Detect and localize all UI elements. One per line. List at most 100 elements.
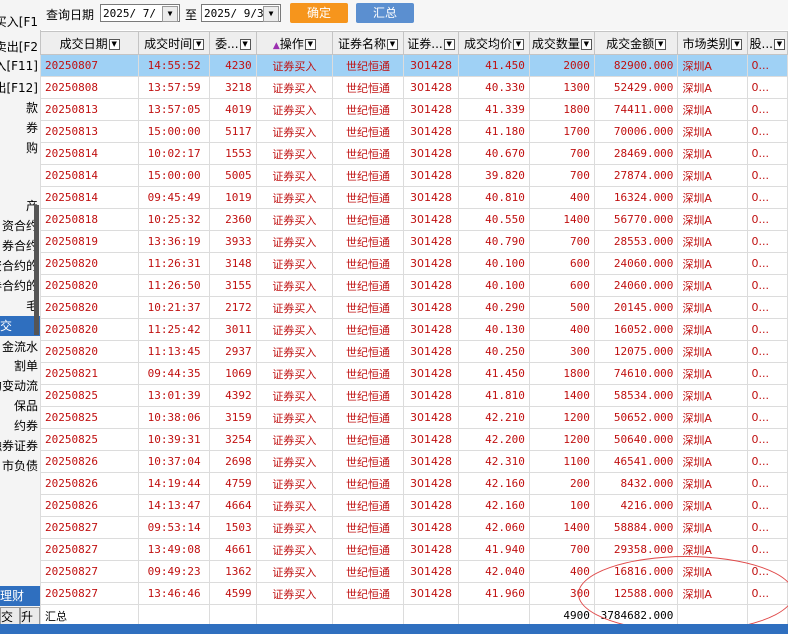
sidebar-item[interactable]: 约变动流 [0, 376, 38, 396]
table-row[interactable]: 20250826 10:37:04 2698 证券买入 世纪恒通 301428 42.310… [40, 450, 788, 473]
cell-extra: 0... [746, 428, 788, 451]
sidebar-item[interactable]: 融券证券 [0, 436, 38, 456]
table-row[interactable]: 20250820 11:26:31 3148 证券买入 世纪恒通 301428 40.100… [40, 252, 788, 275]
table-row[interactable]: 20250826 14:13:47 4664 证券买入 世纪恒通 301428 42.160… [40, 494, 788, 517]
table-row[interactable]: 20250819 13:36:19 3933 证券买入 世纪恒通 301428 40.790… [40, 230, 788, 253]
column-header[interactable]: 成交金额 ▼ [593, 31, 679, 55]
table-row[interactable]: 20250813 15:00:00 5117 证券买入 世纪恒通 301428 41.180… [40, 120, 788, 143]
trade-records-table[interactable]: 成交日期 ▼ 成交时间 ▼ 委... ▼ ▲操作 ▼ 证券名称 ▼ 证券... ▼ 成交均价 ▼ 成交数量 ▼… [40, 31, 788, 624]
sidebar-item[interactable]: 出[F12] [0, 78, 38, 98]
filter-dropdown-icon[interactable]: ▼ [443, 38, 455, 50]
start-date-picker[interactable]: 2025/ 7/ 1 ▼ [100, 4, 180, 22]
cell-qty: 1400 [528, 516, 595, 539]
sidebar-item[interactable]: 入[F11] [0, 56, 38, 76]
column-header[interactable]: 成交均价 ▼ [458, 31, 530, 55]
table-row[interactable]: 20250820 11:26:50 3155 证券买入 世纪恒通 301428 40.100… [40, 274, 788, 297]
cell-amount: 8432.000 [593, 472, 679, 495]
sidebar-item[interactable]: 保品 [14, 396, 38, 416]
column-header[interactable]: 委... ▼ [209, 31, 257, 55]
cell-market: 深圳A [677, 516, 748, 539]
cell-extra: 0... [746, 340, 788, 363]
cell-date: 20250813 [40, 98, 140, 121]
filter-dropdown-icon[interactable]: ▼ [239, 38, 251, 50]
cell-op: 证券买入 [255, 296, 334, 319]
filter-dropdown-icon[interactable]: ▼ [304, 38, 316, 50]
sidebar-item[interactable]: 卖出[F2 [0, 37, 38, 57]
cell-date: 20250820 [40, 296, 140, 319]
table-row[interactable]: 20250825 10:38:06 3159 证券买入 世纪恒通 301428 42.210… [40, 406, 788, 429]
filter-dropdown-icon[interactable]: ▼ [731, 38, 743, 50]
table-row[interactable]: 20250808 13:57:59 3218 证券买入 世纪恒通 301428 40.330… [40, 76, 788, 99]
cell-price: 40.790 [458, 230, 530, 253]
column-header[interactable]: 证券... ▼ [402, 31, 460, 55]
cell-price: 41.180 [458, 120, 530, 143]
cell-name: 世纪恒通 [332, 362, 404, 385]
filter-dropdown-icon[interactable]: ▼ [512, 38, 524, 50]
column-header[interactable]: 成交时间 ▼ [138, 31, 210, 55]
cell-extra: 0... [746, 98, 788, 121]
table-header: 成交日期 ▼ 成交时间 ▼ 委... ▼ ▲操作 ▼ 证券名称 ▼ 证券... ▼ 成交均价 ▼ 成交数量 ▼… [40, 31, 788, 55]
filter-dropdown-icon[interactable]: ▼ [108, 38, 120, 50]
sidebar-item[interactable]: 购 [26, 138, 38, 158]
table-row[interactable]: 20250827 09:53:14 1503 证券买入 世纪恒通 301428 42.060… [40, 516, 788, 539]
table-row[interactable]: 20250807 14:55:52 4230 证券买入 世纪恒通 301428 41.450… [40, 54, 788, 77]
summary-button[interactable]: 汇总 [356, 3, 414, 23]
column-header[interactable]: ▲操作 ▼ [255, 31, 334, 55]
cell-amount: 16324.000 [593, 186, 679, 209]
cell-qty: 1700 [528, 120, 595, 143]
filter-dropdown-icon[interactable]: ▼ [193, 38, 205, 50]
cell-name: 世纪恒通 [332, 76, 404, 99]
sidebar-item[interactable]: 金流水 [2, 337, 38, 357]
column-header[interactable]: 成交数量 ▼ [528, 31, 595, 55]
end-date-picker[interactable]: 2025/ 9/30 ▼ [201, 4, 281, 22]
sidebar-item[interactable]: 资合约 [2, 216, 38, 236]
cell-code: 301428 [402, 538, 460, 561]
sidebar-scrollbar[interactable] [34, 205, 39, 335]
table-row[interactable]: 20250820 10:21:37 2172 证券买入 世纪恒通 301428 40.290… [40, 296, 788, 319]
cell-amount: 58534.000 [593, 384, 679, 407]
cell-op: 证券买入 [255, 274, 334, 297]
sidebar-item[interactable]: 约券 [14, 416, 38, 436]
cell-market: 深圳A [677, 472, 748, 495]
sidebar-item[interactable]: 款 [26, 98, 38, 118]
sidebar-item[interactable]: 市负债 [2, 456, 38, 476]
chevron-down-icon[interactable]: ▼ [162, 6, 178, 22]
sidebar-item[interactable]: 券合约的 [0, 276, 38, 296]
table-row[interactable]: 20250825 13:01:39 4392 证券买入 世纪恒通 301428 41.810… [40, 384, 788, 407]
table-row[interactable]: 20250813 13:57:05 4019 证券买入 世纪恒通 301428 41.339… [40, 98, 788, 121]
cell-order: 4599 [209, 582, 257, 605]
filter-dropdown-icon[interactable]: ▼ [386, 38, 398, 50]
sidebar-item[interactable]: 券 [26, 118, 38, 138]
filter-dropdown-icon[interactable]: ▼ [580, 38, 592, 50]
table-row[interactable]: 20250814 15:00:00 5005 证券买入 世纪恒通 301428 39.820… [40, 164, 788, 187]
filter-dropdown-icon[interactable]: ▼ [655, 38, 667, 50]
sidebar-item[interactable]: 券合约 [2, 236, 38, 256]
cell-amount: 52429.000 [593, 76, 679, 99]
table-row[interactable]: 20250820 11:25:42 3011 证券买入 世纪恒通 301428 40.130… [40, 318, 788, 341]
sidebar-item[interactable]: 买入[F1 [0, 12, 38, 32]
table-row[interactable]: 20250818 10:25:32 2360 证券买入 世纪恒通 301428 40.550… [40, 208, 788, 231]
table-row[interactable]: 20250820 11:13:45 2937 证券买入 世纪恒通 301428 40.250… [40, 340, 788, 363]
cell-price: 40.100 [458, 274, 530, 297]
sidebar-item-wealth[interactable]: 理财 [0, 586, 40, 606]
table-row[interactable]: 20250825 10:39:31 3254 证券买入 世纪恒通 301428 42.200… [40, 428, 788, 451]
table-row[interactable]: 20250826 14:19:44 4759 证券买入 世纪恒通 301428 42.160… [40, 472, 788, 495]
column-header[interactable]: 股... ▼ [746, 31, 788, 55]
cell-name: 世纪恒通 [332, 142, 404, 165]
table-row[interactable]: 20250814 09:45:49 1019 证券买入 世纪恒通 301428 40.810… [40, 186, 788, 209]
confirm-button[interactable]: 确定 [290, 3, 348, 23]
chevron-down-icon[interactable]: ▼ [263, 6, 279, 22]
cell-code: 301428 [402, 384, 460, 407]
column-header[interactable]: 市场类别 ▼ [677, 31, 748, 55]
sidebar-item[interactable]: 割单 [14, 356, 38, 376]
table-row[interactable]: 20250821 09:44:35 1069 证券买入 世纪恒通 301428 41.450… [40, 362, 788, 385]
table-row[interactable]: 20250814 10:02:17 1553 证券买入 世纪恒通 301428 40.670… [40, 142, 788, 165]
column-header-label: 操作 [279, 36, 304, 51]
column-header[interactable]: 成交日期 ▼ [40, 31, 140, 55]
cell-date: 20250826 [40, 494, 140, 517]
sidebar-item[interactable]: 资合约的 [0, 256, 38, 276]
cell-name: 世纪恒通 [332, 120, 404, 143]
column-header[interactable]: 证券名称 ▼ [332, 31, 404, 55]
filter-dropdown-icon[interactable]: ▼ [773, 38, 785, 50]
cell-time: 13:49:08 [138, 538, 210, 561]
